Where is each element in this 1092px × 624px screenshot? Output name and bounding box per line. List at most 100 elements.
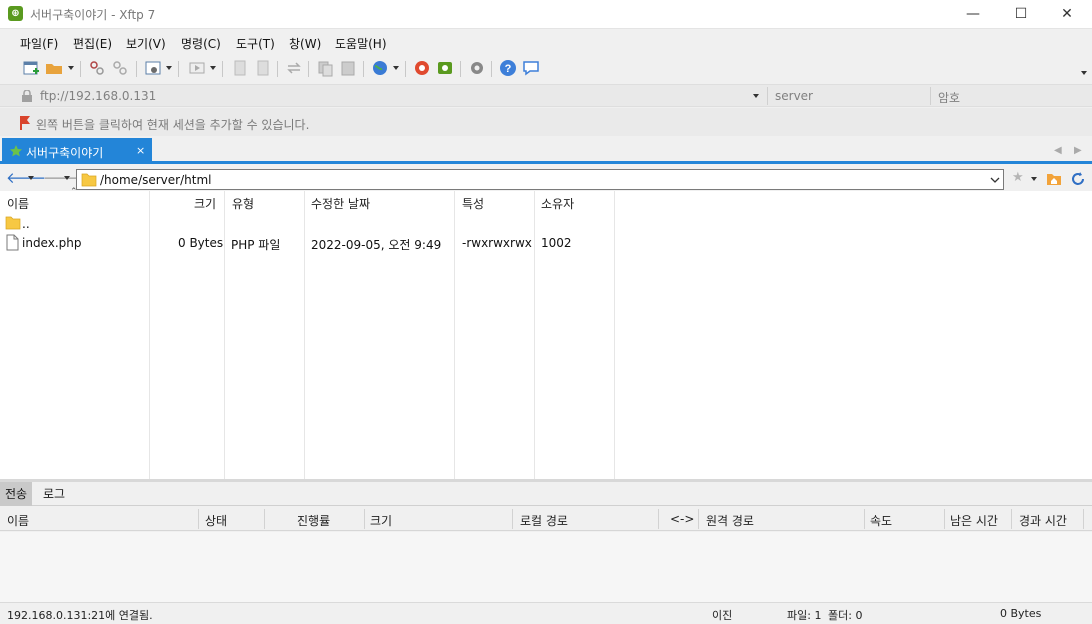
hint-bar: 왼쪽 버튼을 클릭하여 현재 세션을 추가할 수 있습니다. (0, 108, 1092, 136)
chevron-down-icon[interactable] (68, 66, 74, 70)
help-icon[interactable]: ? (499, 59, 517, 77)
username-input[interactable]: server (775, 89, 813, 103)
new-session-icon[interactable] (22, 59, 40, 77)
column-divider (944, 509, 945, 529)
current-path: /home/server/html (100, 173, 212, 187)
chat-bubble-icon[interactable] (522, 59, 540, 77)
transfer-col-status[interactable]: 상태 (205, 512, 227, 529)
svg-text:?: ? (505, 63, 512, 75)
column-divider (364, 509, 365, 529)
status-bar: 192.168.0.131:21에 연결됨. 이진 파일: 1 폴더: 0 0 … (0, 602, 1092, 624)
column-divider (864, 509, 865, 529)
session-tab[interactable]: 서버구축이야기 × (2, 138, 152, 164)
transfer-table-header: 이름 상태 진행률 크기 로컬 경로 <-> 원격 경로 속도 남은 시간 경과… (0, 507, 1092, 531)
password-input[interactable]: 암호 (938, 89, 960, 106)
file-owner: 1002 (541, 236, 572, 250)
chevron-down-icon[interactable] (393, 66, 399, 70)
lock-icon (22, 90, 32, 102)
session-properties-icon[interactable] (144, 59, 162, 77)
copy-icon[interactable] (316, 59, 334, 77)
menu-window[interactable]: 창(W) (289, 35, 321, 52)
chevron-down-icon[interactable] (210, 66, 216, 70)
forward-history-chevron-icon[interactable] (64, 176, 70, 180)
bookmark-flag-icon[interactable] (18, 115, 32, 131)
column-divider (512, 509, 513, 529)
sync-icon[interactable] (285, 59, 303, 77)
chevron-down-icon[interactable] (166, 66, 172, 70)
host-address-input[interactable]: ftp://192.168.0.131 (40, 89, 156, 103)
transfer-col-direction[interactable]: <-> (670, 512, 694, 526)
xshell-icon[interactable] (413, 59, 431, 77)
table-row[interactable]: index.php 0 Bytes PHP 파일 2022-09-05, 오전 … (0, 233, 614, 253)
paste-icon[interactable] (339, 59, 357, 77)
home-folder-icon[interactable] (1046, 171, 1062, 186)
toolbar-separator (178, 61, 179, 77)
transfer-col-name[interactable]: 이름 (7, 512, 29, 529)
favorite-star-icon[interactable]: ★ (1012, 170, 1024, 185)
document-icon[interactable] (231, 59, 249, 77)
hint-text: 왼쪽 버튼을 클릭하여 현재 세션을 추가할 수 있습니다. (36, 118, 310, 132)
column-divider (614, 191, 615, 479)
xftp-app-icon[interactable]: ⊕ (8, 6, 23, 21)
document-copy-icon[interactable] (254, 59, 272, 77)
gear-icon[interactable] (468, 59, 486, 77)
transfer-col-remaining[interactable]: 남은 시간 (950, 512, 998, 529)
open-folder-icon[interactable] (45, 59, 63, 77)
address-divider (767, 87, 768, 105)
path-bar: 🡐 🡒 /home/server/html ★ (0, 167, 1092, 191)
transfer-col-remote-path[interactable]: 원격 경로 (706, 512, 754, 529)
menu-edit[interactable]: 편집(E) (73, 35, 112, 52)
folder-icon (5, 216, 21, 230)
connect-icon[interactable] (88, 59, 106, 77)
table-row[interactable]: .. (0, 213, 614, 233)
transfer-queue-icon[interactable] (188, 59, 206, 77)
menu-file[interactable]: 파일(F) (20, 35, 58, 52)
close-window-button[interactable]: ✕ (1044, 0, 1090, 28)
path-dropdown-chevron-icon[interactable] (990, 177, 1000, 183)
transfer-col-size[interactable]: 크기 (370, 512, 392, 529)
toolbar-overflow-chevron-icon[interactable] (1081, 71, 1087, 75)
transfer-col-speed[interactable]: 속도 (870, 512, 892, 529)
sort-ascending-icon: ⌃ (70, 187, 78, 197)
back-arrow-icon[interactable]: 🡐 (6, 169, 46, 187)
scroll-tabs-right-icon[interactable]: ▶ (1074, 145, 1082, 156)
transfer-col-local-path[interactable]: 로컬 경로 (520, 512, 568, 529)
close-tab-icon[interactable]: × (136, 144, 145, 157)
globe-icon[interactable] (371, 59, 389, 77)
minimize-button[interactable]: — (950, 0, 996, 28)
file-modified: 2022-09-05, 오전 9:49 (311, 238, 442, 252)
favorites-chevron-icon[interactable] (1031, 177, 1037, 181)
xftp-icon[interactable] (436, 59, 454, 77)
transfer-col-progress[interactable]: 진행률 (297, 512, 330, 529)
menu-commands[interactable]: 명령(C) (181, 35, 221, 52)
address-divider (930, 87, 931, 105)
menu-tools[interactable]: 도구(T) (236, 35, 275, 52)
path-input[interactable]: /home/server/html (76, 169, 1004, 190)
file-size: 0 Bytes (178, 236, 224, 250)
refresh-icon[interactable] (1070, 171, 1086, 187)
session-tab-bar: 서버구축이야기 × ◀ ▶ (0, 138, 1092, 164)
column-divider (264, 509, 265, 529)
toolbar-separator (277, 61, 278, 77)
transfer-col-elapsed[interactable]: 경과 시간 (1019, 512, 1067, 529)
session-star-icon (10, 145, 22, 157)
tab-log[interactable]: 로그 (38, 482, 70, 506)
transfer-mode[interactable]: 이진 (712, 607, 732, 623)
disconnect-icon[interactable] (111, 59, 129, 77)
menu-help[interactable]: 도움말(H) (335, 35, 387, 52)
scroll-tabs-left-icon[interactable]: ◀ (1054, 145, 1062, 156)
transfer-list (0, 532, 1092, 602)
title-bar: ⊕ 서버구축이야기 - Xftp 7 — ☐ ✕ (0, 0, 1092, 28)
session-tab-label: 서버구축이야기 (26, 146, 104, 160)
maximize-button[interactable]: ☐ (998, 0, 1044, 28)
toolbar-separator (80, 61, 81, 77)
window-title: 서버구축이야기 - Xftp 7 (30, 8, 156, 22)
tab-transfer[interactable]: 전송 (0, 482, 33, 506)
address-dropdown-chevron-icon[interactable] (753, 94, 759, 98)
file-name: index.php (22, 236, 82, 250)
column-divider (658, 509, 659, 529)
total-size: 0 Bytes (1000, 607, 1042, 620)
column-divider (1083, 509, 1084, 529)
back-history-chevron-icon[interactable] (28, 176, 34, 180)
menu-view[interactable]: 보기(V) (126, 35, 166, 52)
